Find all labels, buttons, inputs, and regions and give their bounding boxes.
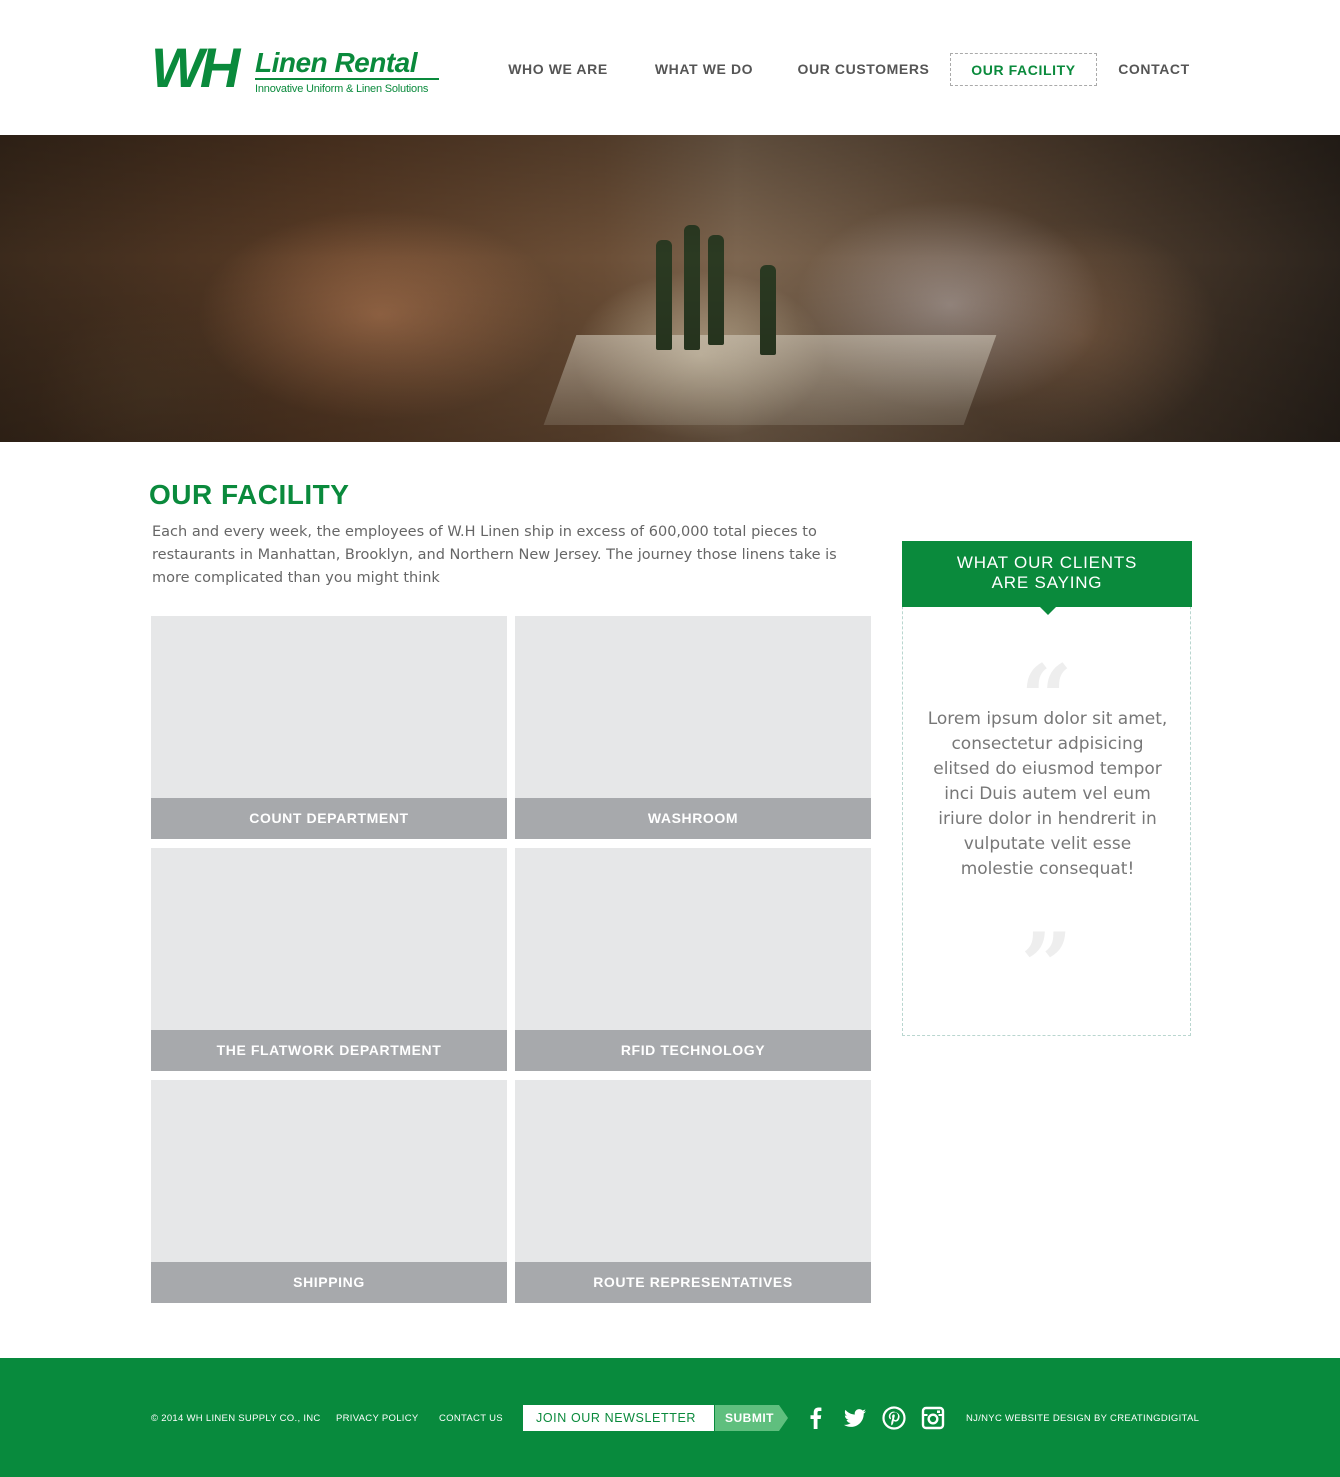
footer-privacy-link[interactable]: PRIVACY POLICY: [336, 1413, 419, 1424]
page-title: OUR FACILITY: [149, 479, 350, 510]
instagram-icon[interactable]: [920, 1405, 946, 1431]
nav-who-we-are[interactable]: WHO WE ARE: [500, 53, 616, 86]
submit-arrow: [779, 1405, 788, 1431]
tile-label: ROUTE REPRESENTATIVES: [515, 1262, 871, 1303]
footer-credit-link[interactable]: NJ/NYC WEBSITE DESIGN BY CREATINGDIGITAL: [966, 1413, 1199, 1424]
tile-route-representatives[interactable]: ROUTE REPRESENTATIVES: [515, 1080, 871, 1303]
nav-our-facility[interactable]: OUR FACILITY: [950, 53, 1097, 86]
footer-copyright: © 2014 WH LINEN SUPPLY CO., INC: [151, 1413, 321, 1424]
logo-mark: WH: [151, 36, 240, 99]
tile-label: THE FLATWORK DEPARTMENT: [151, 1030, 507, 1071]
hero-image: [0, 135, 1340, 442]
tile-flatwork-department[interactable]: THE FLATWORK DEPARTMENT: [151, 848, 507, 1071]
close-quote-icon: ”: [1020, 913, 1073, 1019]
tile-label: RFID TECHNOLOGY: [515, 1030, 871, 1071]
nav-contact[interactable]: CONTACT: [1112, 53, 1196, 86]
testimonial-box: WHAT OUR CLIENTS ARE SAYING “ Lorem ipsu…: [902, 541, 1192, 1036]
site-header: WH Linen Rental Innovative Uniform & Lin…: [0, 0, 1340, 135]
newsletter-input[interactable]: JOIN OUR NEWSLETTER: [523, 1405, 714, 1431]
facebook-icon[interactable]: [803, 1405, 829, 1431]
twitter-icon[interactable]: [842, 1405, 868, 1431]
logo-tagline: Innovative Uniform & Linen Solutions: [255, 83, 429, 95]
tile-washroom[interactable]: WASHROOM: [515, 616, 871, 839]
site-footer: © 2014 WH LINEN SUPPLY CO., INC PRIVACY …: [0, 1358, 1340, 1477]
testimonial-heading-line: WHAT OUR CLIENTS: [956, 553, 1138, 572]
testimonial-heading: WHAT OUR CLIENTS ARE SAYING: [902, 541, 1192, 607]
nav-our-customers[interactable]: OUR CUSTOMERS: [792, 53, 935, 86]
tile-label: SHIPPING: [151, 1262, 507, 1303]
testimonial-pointer: [1040, 607, 1056, 615]
tile-count-department[interactable]: COUNT DEPARTMENT: [151, 616, 507, 839]
tile-label: COUNT DEPARTMENT: [151, 798, 507, 839]
intro-paragraph: Each and every week, the employees of W.…: [152, 524, 837, 586]
testimonial-quote: Lorem ipsum dolor sit amet, consectetur …: [927, 709, 1168, 879]
tile-label: WASHROOM: [515, 798, 871, 839]
footer-contact-link[interactable]: CONTACT US: [439, 1413, 503, 1424]
logo-name: Linen Rental: [255, 47, 418, 78]
logo-divider: [255, 78, 439, 80]
pinterest-icon[interactable]: [881, 1405, 907, 1431]
nav-what-we-do[interactable]: WHAT WE DO: [646, 53, 762, 86]
hero-overlay: [0, 135, 1340, 442]
tile-rfid-technology[interactable]: RFID TECHNOLOGY: [515, 848, 871, 1071]
newsletter-submit-button[interactable]: SUBMIT: [715, 1405, 779, 1431]
testimonial-heading-line: ARE SAYING: [991, 573, 1103, 592]
tile-shipping[interactable]: SHIPPING: [151, 1080, 507, 1303]
site-logo[interactable]: WH Linen Rental Innovative Uniform & Lin…: [151, 36, 441, 99]
